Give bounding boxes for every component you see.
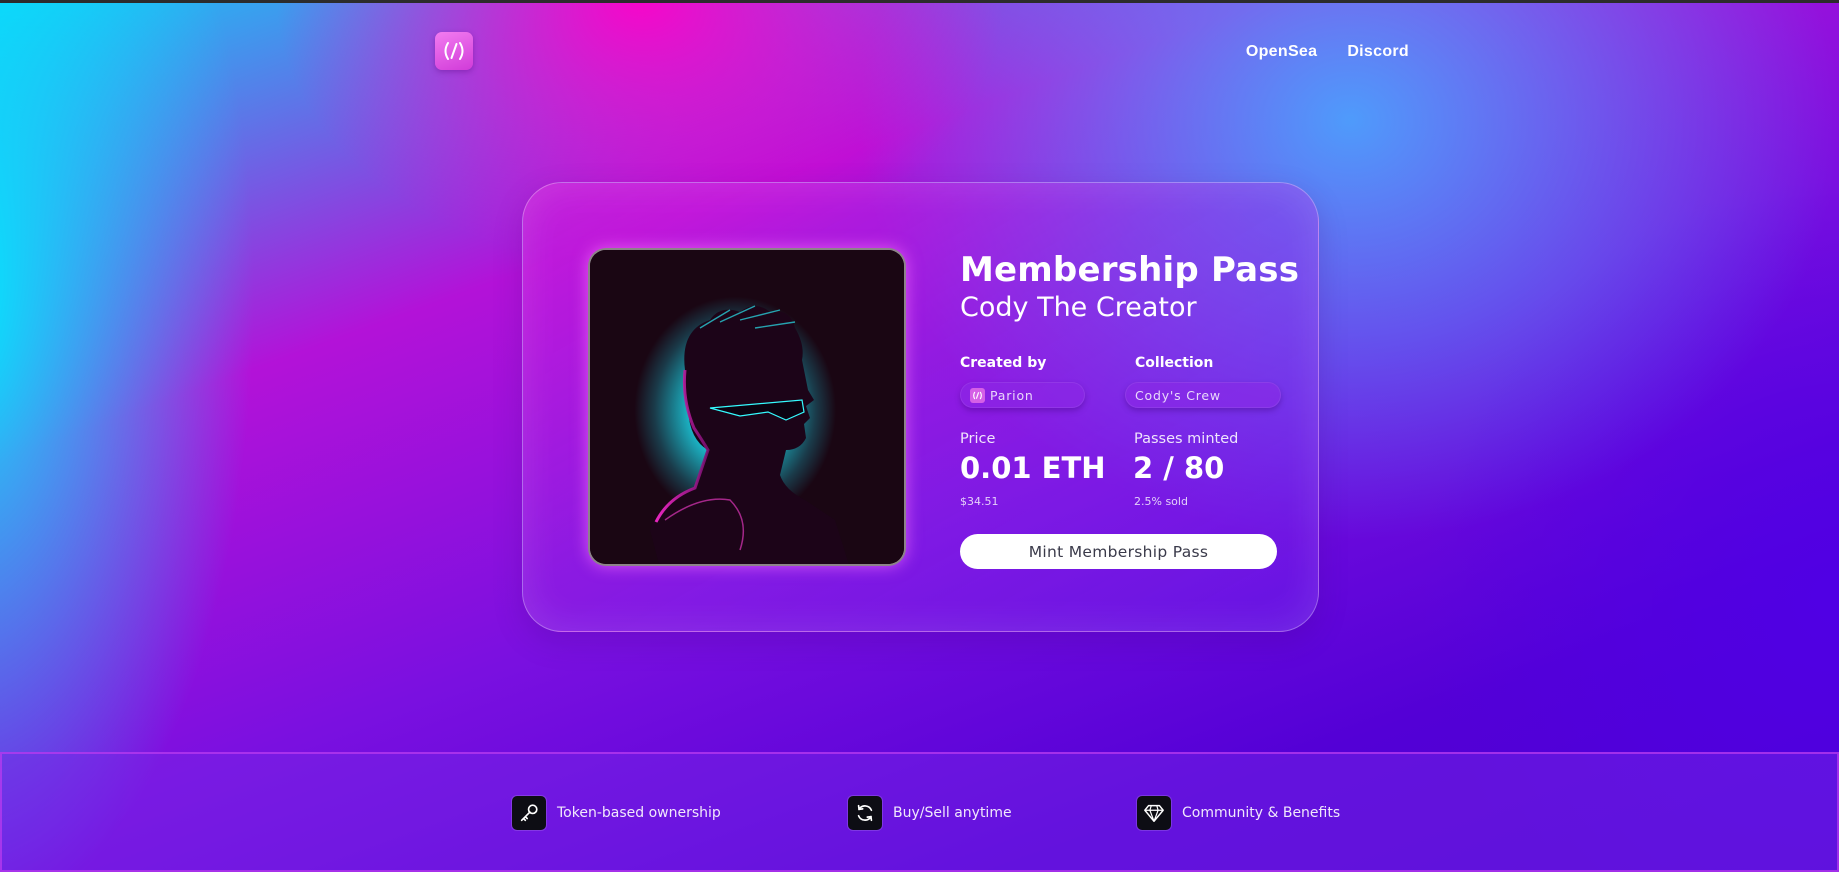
- price-value: 0.01 ETH: [960, 451, 1106, 485]
- nav-link-discord[interactable]: Discord: [1347, 43, 1409, 61]
- mint-button[interactable]: Mint Membership Pass: [960, 534, 1277, 569]
- key-icon: [512, 796, 546, 830]
- window-top-border: [0, 0, 1839, 3]
- site-logo[interactable]: [435, 32, 473, 70]
- feature-label: Community & Benefits: [1182, 805, 1341, 821]
- minted-label: Passes minted: [1134, 431, 1239, 447]
- price-label: Price: [960, 431, 996, 447]
- feature-token-ownership: Token-based ownership: [512, 796, 721, 830]
- creator-name: Cody The Creator: [960, 292, 1197, 323]
- minted-percent: 2.5% sold: [1134, 495, 1188, 508]
- collection-pill[interactable]: Cody's Crew: [1125, 382, 1281, 408]
- feature-label: Buy/Sell anytime: [893, 805, 1012, 821]
- top-nav: OpenSea Discord: [1246, 43, 1409, 61]
- features-band: Token-based ownership Buy/Sell anytime C…: [0, 752, 1839, 872]
- feature-label: Token-based ownership: [557, 805, 721, 821]
- nft-artwork: [588, 248, 906, 566]
- pass-title: Membership Pass: [960, 250, 1300, 290]
- created-by-label: Created by: [960, 355, 1047, 371]
- minted-value: 2 / 80: [1133, 451, 1225, 485]
- collection-label: Collection: [1135, 355, 1214, 371]
- membership-card: Membership Pass Cody The Creator Created…: [522, 182, 1319, 632]
- diamond-icon: [1137, 796, 1171, 830]
- collection-value: Cody's Crew: [1135, 387, 1221, 403]
- code-logo-icon: [444, 42, 464, 60]
- feature-buy-sell: Buy/Sell anytime: [848, 796, 1012, 830]
- created-by-pill[interactable]: Parion: [960, 382, 1085, 408]
- nav-link-opensea[interactable]: OpenSea: [1246, 43, 1317, 61]
- pass-info: Membership Pass Cody The Creator Created…: [960, 250, 1300, 751]
- feature-community: Community & Benefits: [1137, 796, 1340, 830]
- price-usd: $34.51: [960, 495, 999, 508]
- profile-portrait-image: [590, 250, 904, 564]
- code-logo-icon: [970, 387, 985, 403]
- refresh-icon: [848, 796, 882, 830]
- created-by-value: Parion: [990, 387, 1034, 403]
